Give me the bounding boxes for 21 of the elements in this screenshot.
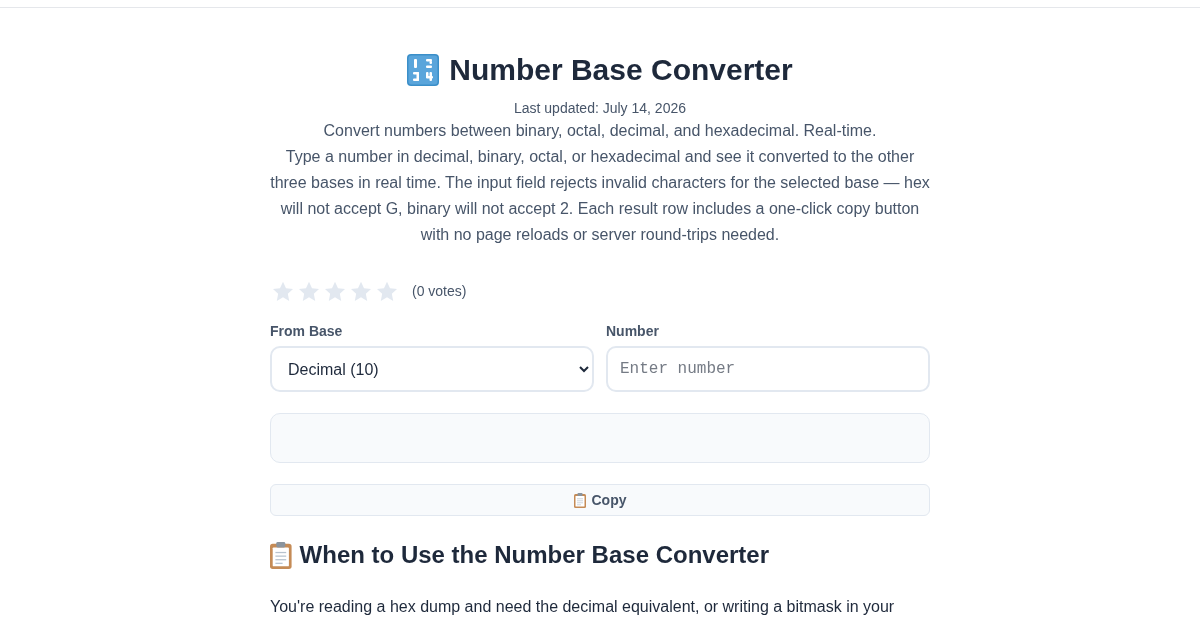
number-tile-icon bbox=[407, 54, 440, 86]
tagline: Convert numbers between binary, octal, decimal, and hexadecimal. Real-time. bbox=[322, 121, 878, 141]
base-select[interactable]: Decimal (10) bbox=[270, 346, 594, 392]
last-updated: Last updated: July 14, 2026 bbox=[513, 99, 687, 118]
field-label: Number bbox=[606, 322, 660, 341]
clipboard-icon bbox=[270, 541, 292, 569]
star-rating[interactable] bbox=[270, 280, 398, 302]
star-icon[interactable] bbox=[272, 280, 294, 302]
section-heading: When to Use the Number Base Converter bbox=[299, 540, 770, 570]
star-icon[interactable] bbox=[376, 280, 398, 302]
description: Type a number in decimal, binary, octal, or hexadecimal and see it converted to the other three bases in real time. The input field rejects invalid characters for the selected base — hex will not accept G, binary will not accept 2. Each result row includes a one-click copy button with no page reloads or server round-trips needed. bbox=[270, 147, 930, 245]
number-input[interactable]: Enter number bbox=[606, 346, 930, 392]
vote-count: (0 votes) bbox=[412, 283, 467, 299]
star-icon[interactable] bbox=[350, 280, 372, 302]
star-icon[interactable] bbox=[324, 280, 346, 302]
star-icon[interactable] bbox=[298, 280, 320, 302]
clipboard-icon bbox=[573, 492, 586, 508]
page-title: Number Base Converter bbox=[449, 52, 793, 88]
section-paragraph: You're reading a hex dump and need the decimal equivalent, or writing a bitmask in your bbox=[270, 597, 896, 617]
field-label: From Base bbox=[270, 322, 344, 341]
copy-button[interactable]: Copy bbox=[270, 484, 930, 516]
